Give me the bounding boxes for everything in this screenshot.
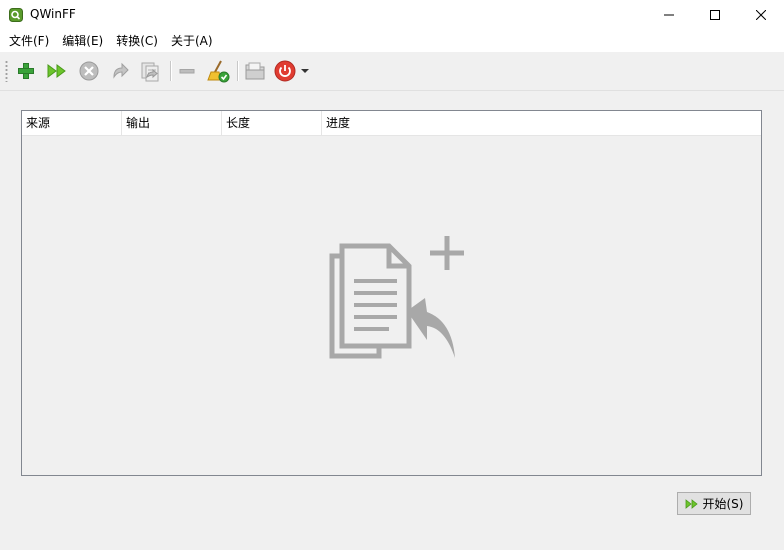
redo-all-icon [141, 62, 159, 82]
column-header-source[interactable]: 来源 [22, 111, 122, 135]
redo-icon [113, 62, 129, 79]
chevron-down-icon [301, 69, 309, 73]
title-bar: QWinFF [0, 0, 784, 30]
toolbar-grip[interactable] [5, 60, 8, 82]
window-title: QWinFF [30, 7, 76, 21]
retry-all-button[interactable] [138, 59, 162, 83]
maximize-icon [710, 10, 720, 20]
menu-edit[interactable]: 编辑(E) [62, 30, 103, 52]
menu-bar: 文件(F) 编辑(E) 转换(C) 关于(A) [0, 30, 784, 52]
menu-file[interactable]: 文件(F) [9, 30, 49, 52]
power-options-dropdown[interactable] [298, 59, 312, 83]
start-conversion-button[interactable] [45, 59, 69, 83]
minimize-button[interactable] [646, 0, 692, 30]
broom-check-icon [207, 60, 230, 83]
close-icon [756, 10, 766, 20]
maximize-button[interactable] [692, 0, 738, 30]
minus-icon [179, 69, 195, 74]
column-header-duration[interactable]: 长度 [222, 111, 322, 135]
double-play-icon [47, 64, 66, 78]
power-off-button[interactable] [273, 59, 297, 83]
toolbar-separator [237, 61, 238, 81]
stop-x-icon [79, 61, 99, 81]
qwinff-app-icon [9, 8, 23, 22]
plus-icon [18, 63, 34, 79]
add-file-button[interactable] [14, 59, 38, 83]
column-header-output[interactable]: 输出 [122, 111, 222, 135]
toolbar-separator [170, 61, 171, 81]
menu-about[interactable]: 关于(A) [171, 30, 213, 52]
open-output-folder-button[interactable] [243, 59, 267, 83]
toolbar [0, 52, 784, 91]
remove-button[interactable] [175, 59, 199, 83]
start-button[interactable]: 开始(S) [677, 492, 751, 515]
stop-conversion-button[interactable] [77, 59, 101, 83]
retry-button[interactable] [108, 59, 132, 83]
close-button[interactable] [738, 0, 784, 30]
menu-convert[interactable]: 转换(C) [116, 30, 158, 52]
add-files-document-icon [327, 236, 467, 376]
column-header-progress[interactable]: 进度 [322, 111, 761, 135]
minimize-icon [664, 14, 674, 16]
table-header: 来源 输出 长度 进度 [22, 111, 761, 136]
double-play-icon [685, 498, 698, 509]
start-button-label: 开始(S) [702, 497, 744, 511]
clear-list-button[interactable] [206, 59, 230, 83]
folder-icon [245, 62, 265, 80]
power-icon [274, 60, 296, 82]
file-list-table[interactable]: 来源 输出 长度 进度 [21, 110, 762, 476]
